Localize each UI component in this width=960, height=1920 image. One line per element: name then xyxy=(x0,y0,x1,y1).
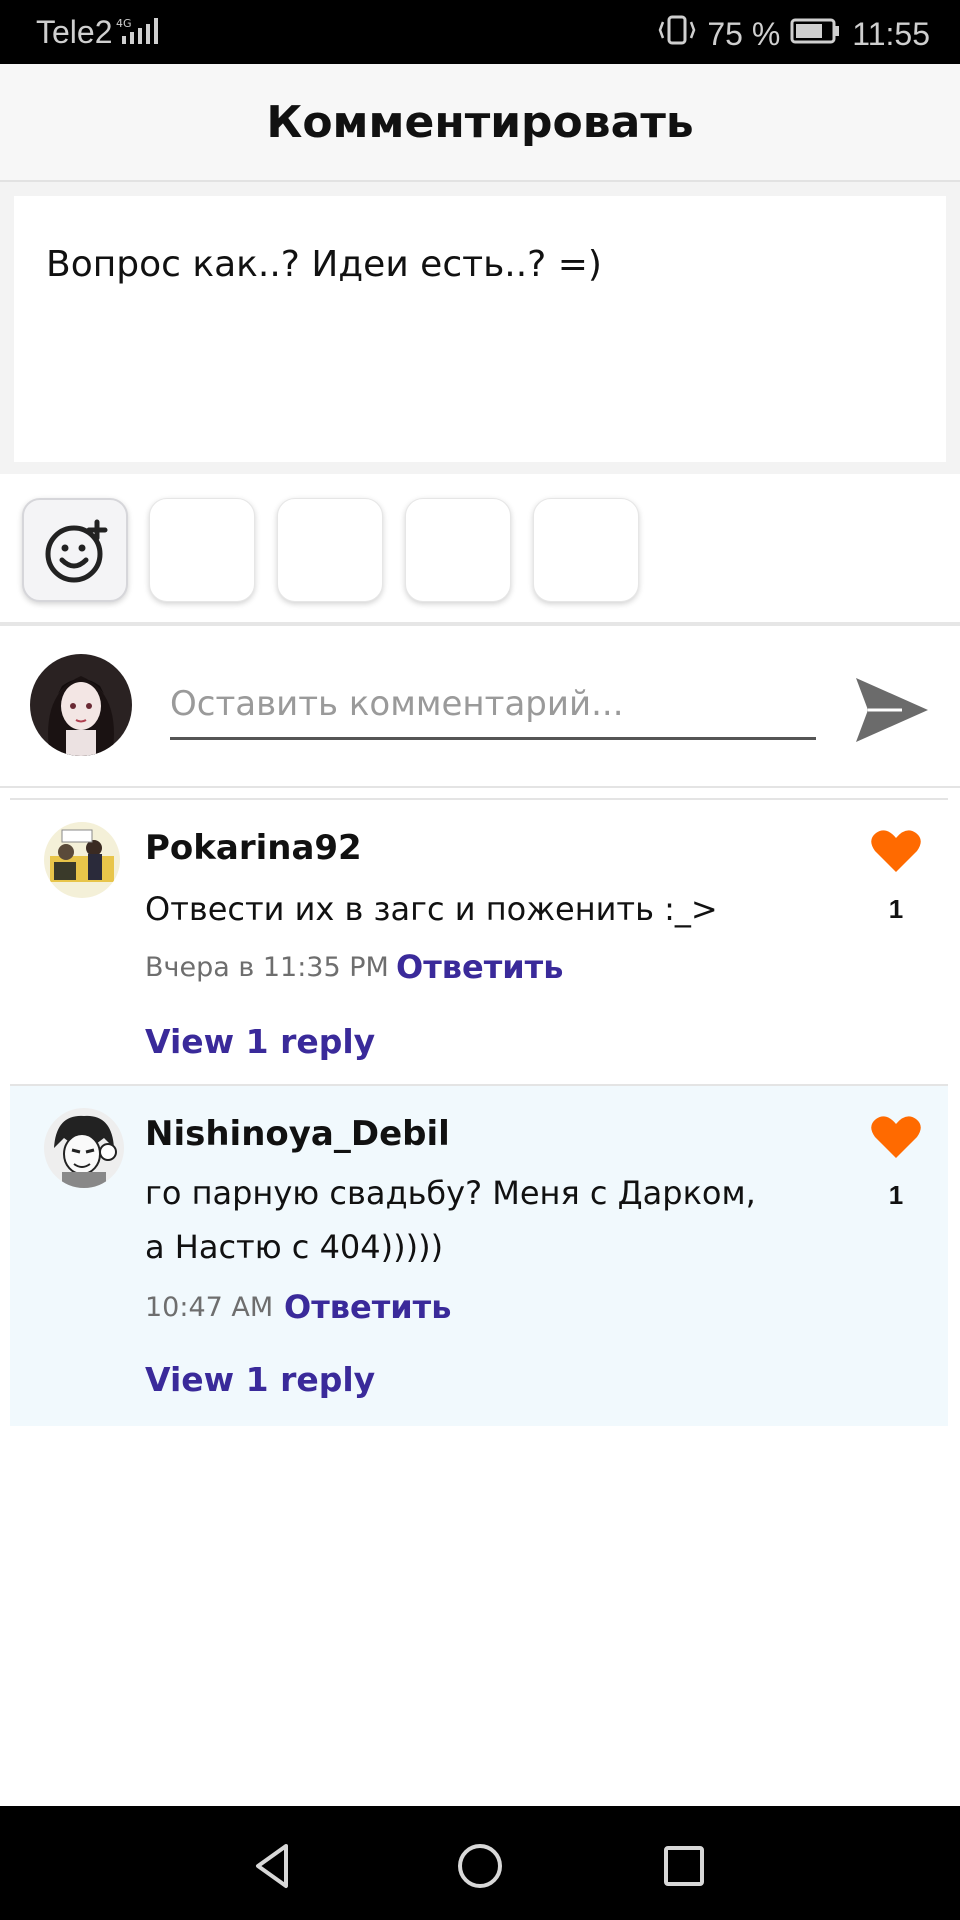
comment-timestamp: 10:47 AM xyxy=(145,1292,274,1323)
comment-item: Pokarina92 Отвести их в загс и поженить … xyxy=(10,800,948,1084)
reply-button[interactable]: Ответить xyxy=(396,948,563,986)
avatar[interactable] xyxy=(30,654,132,756)
reply-button[interactable]: Ответить xyxy=(284,1288,451,1326)
clock: 11:55 xyxy=(852,15,930,52)
like-count: 1 xyxy=(888,1180,904,1210)
sticker-slot[interactable] xyxy=(149,498,255,602)
status-bar: Tele2 4G 75 % 11:55 xyxy=(0,0,960,64)
recents-button[interactable] xyxy=(656,1838,712,1894)
battery-icon xyxy=(790,16,842,53)
comment-text: Отвести их в загс и поженить :_> xyxy=(145,890,718,928)
comment-input-row: Оставить комментарий... xyxy=(0,630,960,788)
back-triangle-icon xyxy=(256,1844,288,1888)
like-button[interactable] xyxy=(870,1114,922,1160)
back-button[interactable] xyxy=(246,1838,302,1894)
heart-icon xyxy=(871,1116,921,1158)
navigation-bar xyxy=(0,1806,960,1920)
composer-area: Вопрос как..? Идеи есть..? =) xyxy=(0,182,960,474)
battery-percent: 75 % xyxy=(707,15,781,52)
comment-username[interactable]: Nishinoya_Debil xyxy=(145,1114,450,1154)
comment-username[interactable]: Pokarina92 xyxy=(145,828,362,868)
send-button[interactable] xyxy=(852,670,932,750)
add-sticker-button[interactable] xyxy=(22,498,128,602)
carrier-label: Tele2 xyxy=(36,14,113,50)
vibrate-icon xyxy=(657,14,697,54)
page-header: Комментировать xyxy=(0,64,960,182)
smiley-plus-icon xyxy=(45,519,108,583)
like-count: 1 xyxy=(888,894,904,924)
post-text-box: Вопрос как..? Идеи есть..? =) xyxy=(14,196,946,462)
home-circle-icon xyxy=(458,1844,502,1888)
comment-text: го парную свадьбу? Меня с Дарком, а Наст… xyxy=(145,1174,756,1266)
view-replies-link[interactable]: View 1 reply xyxy=(145,1360,375,1399)
sticker-slot[interactable] xyxy=(277,498,383,602)
comment-item: Nishinoya_Debil го парную свадьбу? Меня … xyxy=(10,1086,948,1426)
recents-square-icon xyxy=(664,1846,704,1886)
post-text: Вопрос как..? Идеи есть..? =) xyxy=(46,244,602,285)
page-title: Комментировать xyxy=(266,96,694,148)
send-icon xyxy=(856,678,928,742)
sticker-row xyxy=(0,474,960,626)
sticker-slot[interactable] xyxy=(405,498,511,602)
comment-input[interactable]: Оставить комментарий... xyxy=(170,674,816,740)
heart-icon xyxy=(871,830,921,872)
like-button[interactable] xyxy=(870,828,922,874)
view-replies-link[interactable]: View 1 reply xyxy=(145,1022,375,1061)
comment-timestamp: Вчера в 11:35 PM xyxy=(145,952,389,983)
sticker-slot[interactable] xyxy=(533,498,639,602)
home-button[interactable] xyxy=(452,1838,508,1894)
avatar[interactable] xyxy=(44,1108,124,1188)
signal-icon: 4G xyxy=(116,16,170,56)
avatar[interactable] xyxy=(44,822,120,898)
network-type: 4G xyxy=(116,17,132,30)
